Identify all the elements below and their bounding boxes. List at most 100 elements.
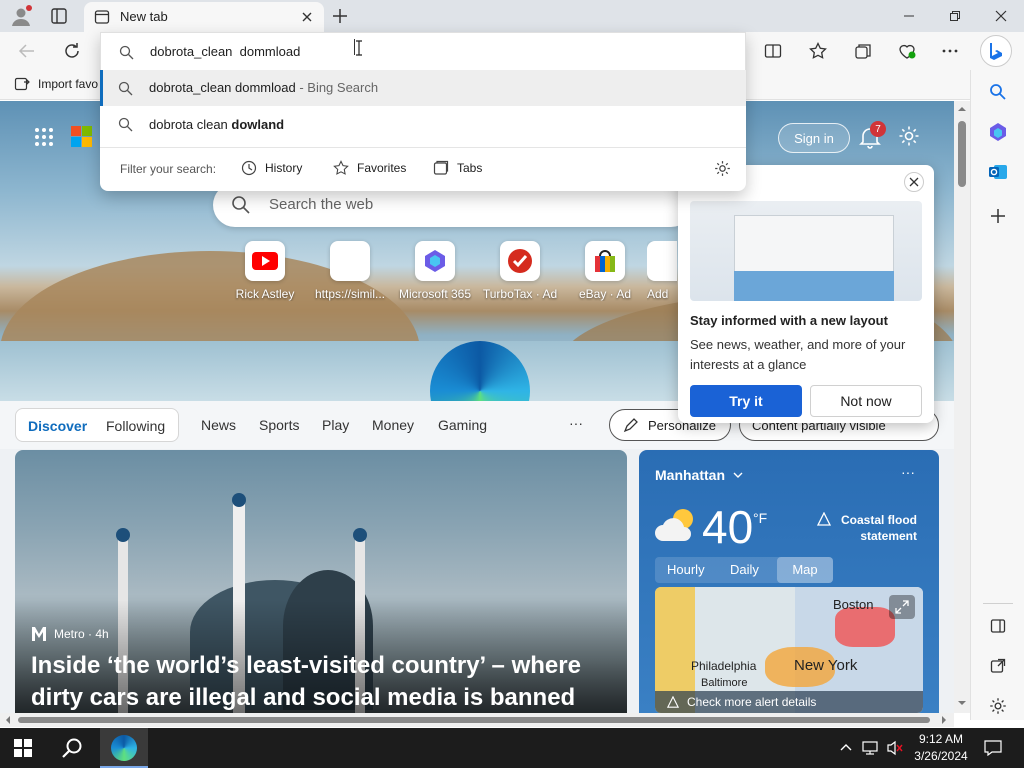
scroll-down-icon[interactable] — [958, 699, 966, 707]
nav-money[interactable]: Money — [372, 417, 414, 433]
close-tab-icon[interactable] — [300, 10, 314, 24]
article-headline[interactable]: Inside ‘the world’s least-visited countr… — [31, 650, 621, 713]
featured-article[interactable]: Metro · 4h Inside ‘the world’s least-vis… — [15, 450, 627, 713]
search-icon — [119, 45, 134, 60]
filter-tabs[interactable]: Tabs — [433, 160, 482, 176]
tab-hourly[interactable]: Hourly — [667, 562, 705, 577]
weather-alert[interactable]: Coastal flood statement — [817, 512, 917, 544]
import-favorites[interactable]: Import favo — [14, 76, 98, 92]
apps-grid-icon[interactable] — [34, 127, 54, 147]
notification-badge: 7 — [870, 121, 886, 137]
sidebar-hide-icon[interactable] — [986, 614, 1010, 638]
profile-icon[interactable] — [10, 5, 32, 27]
not-now-button[interactable]: Not now — [810, 385, 922, 417]
tab-discover[interactable]: Discover — [28, 418, 87, 434]
scroll-right-icon[interactable] — [940, 716, 948, 724]
layout-preview-image — [690, 201, 922, 301]
suggestion-item[interactable]: dobrota_clean dommload - Bing Search — [100, 70, 746, 106]
search-icon — [231, 195, 251, 215]
refresh-icon[interactable] — [63, 42, 81, 60]
favorites-icon[interactable] — [809, 42, 827, 60]
expand-map-icon[interactable] — [889, 595, 915, 619]
alert-label: Coastal flood statement — [840, 513, 917, 543]
quick-link-label: Rick Astley — [235, 287, 295, 301]
quick-link-label: https://simil... — [314, 287, 385, 301]
tray-chevron-up-icon[interactable] — [840, 742, 852, 754]
nav-gaming[interactable]: Gaming — [438, 417, 487, 433]
search-settings-icon[interactable] — [714, 160, 731, 177]
try-it-button[interactable]: Try it — [690, 385, 802, 417]
scroll-thumb[interactable] — [958, 121, 966, 187]
sidebar-add-icon[interactable] — [986, 204, 1010, 228]
scroll-left-icon[interactable] — [4, 716, 12, 724]
browser-essentials-icon[interactable] — [898, 42, 916, 60]
filter-history[interactable]: History — [241, 160, 302, 176]
weather-more-icon[interactable]: ··· — [901, 464, 915, 480]
weather-map[interactable]: Boston New York Philadelphia Baltimore C… — [655, 587, 923, 713]
notification-center-icon[interactable] — [984, 740, 1002, 756]
minimize-button[interactable] — [886, 0, 932, 32]
tab-map[interactable]: Map — [777, 557, 833, 583]
sign-in-button[interactable]: Sign in — [778, 123, 850, 153]
windows-start-icon[interactable] — [14, 739, 32, 757]
taskbar-edge-button[interactable] — [100, 728, 148, 768]
article-source-label: Metro · 4h — [54, 627, 109, 641]
horizontal-scrollbar[interactable] — [0, 713, 954, 727]
scroll-up-icon[interactable] — [958, 105, 966, 113]
vertical-scrollbar[interactable] — [954, 101, 970, 713]
restore-button[interactable] — [932, 0, 978, 32]
tab-title: New tab — [120, 9, 168, 24]
location-label: Manhattan — [655, 467, 725, 483]
quick-link-add[interactable]: Add — [647, 241, 677, 301]
close-window-button[interactable] — [978, 0, 1024, 32]
nav-play[interactable]: Play — [322, 417, 349, 433]
back-icon[interactable] — [18, 42, 36, 60]
nav-more-icon[interactable]: ··· — [569, 415, 583, 431]
taskbar-time[interactable]: 9:12 AM — [912, 732, 970, 746]
new-tab-button[interactable] — [332, 8, 348, 24]
quick-link-microsoft-365[interactable]: Microsoft 365 — [392, 241, 478, 301]
address-bar[interactable]: dobrota_clean dommload — [100, 32, 746, 70]
quick-link-rick-astley[interactable]: Rick Astley — [222, 241, 308, 301]
scroll-thumb[interactable] — [18, 717, 930, 723]
sidebar-open-window-icon[interactable] — [986, 654, 1010, 678]
quick-link-label: TurboTax · Ad — [482, 287, 558, 301]
page-settings-icon[interactable] — [898, 125, 920, 147]
close-popup-icon[interactable] — [904, 172, 924, 192]
taskbar-date[interactable]: 3/26/2024 — [912, 749, 970, 763]
quick-link-turbotax[interactable]: TurboTax · Ad — [477, 241, 563, 301]
weather-location[interactable]: Manhattan — [655, 467, 743, 483]
tab-actions-icon[interactable] — [50, 7, 68, 25]
volume-muted-icon[interactable] — [886, 740, 904, 756]
tab-following[interactable]: Following — [106, 418, 165, 434]
turbotax-icon — [500, 241, 540, 281]
quick-link-similar[interactable]: https://simil... — [307, 241, 393, 301]
split-screen-icon[interactable] — [764, 42, 782, 60]
pencil-sparkle-icon — [623, 418, 638, 433]
sidebar-search-icon[interactable] — [986, 80, 1010, 104]
layout-promo-popup: Stay informed with a new layout See news… — [678, 165, 934, 423]
taskbar-search-icon[interactable] — [61, 737, 83, 759]
more-options-icon[interactable] — [941, 42, 959, 60]
sidebar-outlook-icon[interactable] — [986, 160, 1010, 184]
copilot-icon[interactable] — [980, 35, 1012, 67]
quick-link-label: Microsoft 365 — [398, 287, 472, 301]
temperature-unit: °F — [753, 510, 768, 526]
search-icon — [118, 81, 133, 96]
collections-icon[interactable] — [854, 42, 872, 60]
nav-news[interactable]: News — [201, 417, 236, 433]
sidebar-m365-icon[interactable] — [986, 120, 1010, 144]
nav-sports[interactable]: Sports — [259, 417, 299, 433]
tab-daily[interactable]: Daily — [730, 562, 759, 577]
tab-new-tab[interactable]: New tab — [84, 2, 324, 32]
address-input[interactable]: dobrota_clean dommload — [150, 44, 300, 59]
suggestion-item[interactable]: dobrota clean dowland — [100, 106, 746, 142]
alert-details-link[interactable]: Check more alert details — [655, 691, 923, 713]
star-icon — [333, 160, 349, 175]
filter-favorites[interactable]: Favorites — [333, 160, 406, 176]
network-icon[interactable] — [862, 740, 880, 756]
weather-card[interactable]: Manhattan ··· 40 °F Coastal flood statem… — [639, 450, 939, 713]
quick-link-ebay[interactable]: eBay · Ad — [562, 241, 648, 301]
suggestion-text: dobrota_clean dommload - Bing Search — [149, 80, 379, 95]
sidebar-settings-icon[interactable] — [986, 694, 1010, 718]
